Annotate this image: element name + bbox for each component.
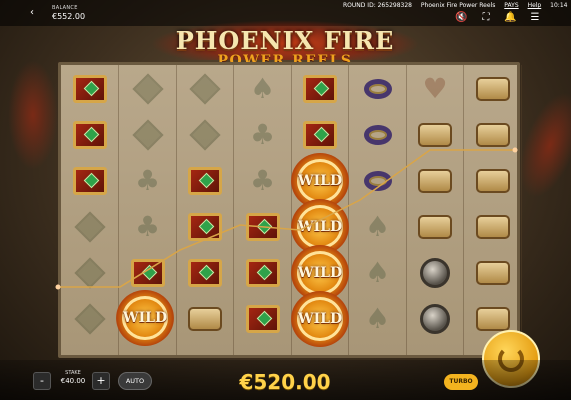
payline-1	[58, 149, 515, 288]
payline-1-end-right	[512, 147, 518, 153]
stake-display: STAKE €40.00	[55, 370, 91, 385]
stake-value: €40.00	[60, 377, 86, 385]
win-amount: €520.00	[239, 370, 331, 394]
autoplay-button[interactable]: AUTO	[118, 372, 152, 390]
payline-1-end-left	[55, 284, 61, 290]
wild-symbol: WILD	[112, 288, 178, 348]
stake-label: STAKE	[65, 370, 81, 376]
bottom-bar: - STAKE €40.00 + AUTO €520.00 TURBO	[0, 360, 571, 400]
stake-decrease-button[interactable]: -	[33, 372, 51, 390]
game-stage: ‹ BALANCE €552.00 ROUND ID: 265298328 Ph…	[0, 0, 571, 400]
stake-increase-button[interactable]: +	[92, 372, 110, 390]
turbo-button[interactable]: TURBO	[444, 374, 478, 390]
payline-overlay	[55, 147, 518, 290]
